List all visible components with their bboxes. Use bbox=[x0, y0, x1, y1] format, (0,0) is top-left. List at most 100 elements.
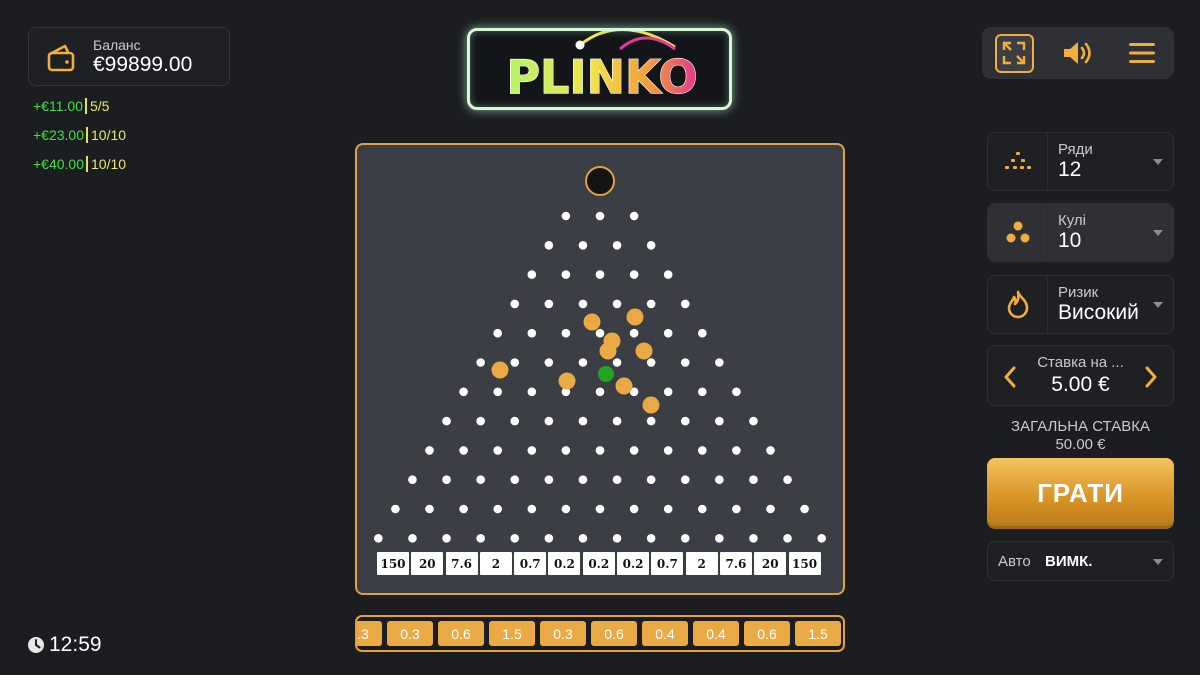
peg bbox=[459, 387, 468, 397]
multiplier-box: 20 bbox=[754, 552, 787, 575]
peg bbox=[749, 475, 758, 485]
bet-stepper: Ставка на ... 5.00 € bbox=[987, 345, 1174, 406]
sound-button[interactable] bbox=[1046, 27, 1110, 79]
history-count: 10/10 bbox=[91, 156, 127, 172]
peg bbox=[783, 475, 792, 485]
ball bbox=[642, 396, 660, 414]
peg bbox=[783, 534, 792, 543]
peg bbox=[561, 328, 571, 338]
peg bbox=[646, 241, 656, 250]
clock-time: 12:59 bbox=[49, 633, 102, 656]
peg bbox=[476, 416, 485, 426]
ball bbox=[583, 313, 601, 331]
win-history: +€11.00 5/5 +€23.00 10/10 +€40.00 10/10 bbox=[33, 98, 126, 185]
peg bbox=[612, 475, 622, 485]
clock-icon bbox=[28, 637, 44, 653]
peg bbox=[493, 387, 502, 397]
peg bbox=[612, 534, 622, 543]
multiplier-row: 150 20 7.6 2 0.7 0.2 0.2 0.2 0.7 2 7.6 20 150 bbox=[377, 552, 823, 575]
peg bbox=[612, 358, 622, 367]
peg bbox=[715, 416, 724, 426]
flame-icon bbox=[1007, 290, 1028, 318]
bet-increase-button[interactable] bbox=[1131, 346, 1171, 407]
play-button[interactable]: ГРАТИ bbox=[987, 458, 1174, 529]
multiplier-box: 7.6 bbox=[445, 552, 478, 575]
peg bbox=[493, 504, 502, 514]
highlighted-ball bbox=[598, 366, 614, 382]
peg bbox=[698, 504, 707, 514]
peg bbox=[510, 299, 520, 309]
rows-select[interactable]: Ряди 12 bbox=[987, 132, 1174, 191]
multiplier-box: 150 bbox=[377, 552, 409, 575]
peg bbox=[476, 534, 485, 543]
peg bbox=[578, 475, 588, 485]
plinko-logo: PLINKO bbox=[467, 28, 732, 110]
peg bbox=[595, 211, 605, 221]
peg bbox=[612, 416, 622, 426]
peg bbox=[442, 534, 451, 543]
history-divider bbox=[86, 127, 88, 143]
peg bbox=[663, 446, 673, 455]
peg bbox=[646, 416, 656, 426]
balls-value: 10 bbox=[1058, 229, 1082, 252]
balance-value: €99899.00 bbox=[93, 53, 193, 76]
peg bbox=[493, 446, 502, 455]
result-chip: 0.6 bbox=[438, 621, 484, 646]
peg bbox=[612, 299, 622, 309]
peg bbox=[800, 504, 809, 514]
history-divider bbox=[84, 98, 87, 114]
peg bbox=[732, 387, 741, 397]
peg bbox=[544, 534, 554, 543]
peg bbox=[408, 475, 417, 485]
peg bbox=[510, 534, 520, 543]
peg bbox=[595, 504, 605, 514]
peg bbox=[561, 211, 571, 221]
balls-select[interactable]: Кулі 10 bbox=[987, 203, 1174, 262]
rows-label: Ряди bbox=[1058, 141, 1093, 158]
peg bbox=[629, 504, 639, 514]
logo-text: PLINKO bbox=[506, 50, 697, 104]
sound-icon bbox=[1064, 42, 1091, 64]
auto-value: ВИМК. bbox=[1045, 553, 1093, 570]
history-divider bbox=[86, 156, 88, 172]
peg bbox=[680, 475, 690, 485]
peg bbox=[680, 299, 690, 309]
peg bbox=[561, 504, 571, 514]
peg bbox=[527, 270, 537, 279]
result-chip: 0.3 bbox=[387, 621, 433, 646]
fullscreen-button[interactable] bbox=[982, 27, 1046, 79]
peg bbox=[544, 358, 554, 367]
auto-select[interactable]: Авто ВИМК. bbox=[987, 541, 1174, 581]
menu-icon bbox=[1129, 43, 1155, 63]
risk-select[interactable]: Ризик Високий bbox=[987, 275, 1174, 334]
risk-value: Високий bbox=[1058, 301, 1139, 324]
peg bbox=[663, 328, 673, 338]
peg bbox=[766, 504, 775, 514]
peg bbox=[527, 504, 537, 514]
menu-button[interactable] bbox=[1110, 27, 1174, 79]
total-bet-value: 50.00 € bbox=[1055, 436, 1106, 453]
peg bbox=[578, 416, 588, 426]
result-chip: 0.4 bbox=[642, 621, 688, 646]
ball bbox=[615, 377, 633, 395]
peg bbox=[459, 446, 468, 455]
peg bbox=[561, 446, 571, 455]
peg bbox=[663, 387, 673, 397]
peg bbox=[680, 358, 690, 367]
peg bbox=[715, 534, 724, 543]
peg bbox=[578, 299, 588, 309]
peg bbox=[425, 504, 434, 514]
peg bbox=[715, 475, 724, 485]
balance-panel: Баланс €99899.00 bbox=[28, 27, 230, 86]
plinko-board bbox=[355, 143, 845, 595]
peg bbox=[680, 416, 690, 426]
clock: 12:59 bbox=[27, 633, 102, 657]
history-row: +€23.00 10/10 bbox=[33, 127, 126, 156]
risk-label: Ризик bbox=[1058, 284, 1099, 301]
balance-label: Баланс bbox=[93, 37, 141, 53]
peg bbox=[578, 534, 588, 543]
peg bbox=[646, 299, 656, 309]
multiplier-box: 20 bbox=[411, 552, 444, 575]
peg bbox=[715, 358, 724, 367]
multiplier-box: 7.6 bbox=[719, 552, 752, 575]
